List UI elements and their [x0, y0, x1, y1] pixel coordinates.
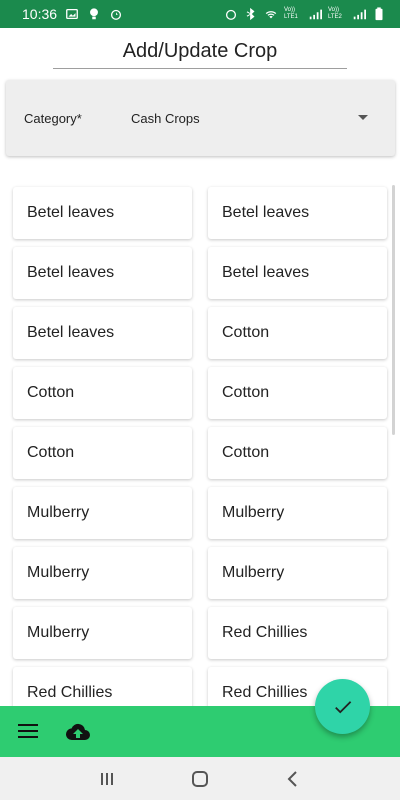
crop-card[interactable]: Cotton — [13, 367, 192, 419]
dropdown-arrow-icon[interactable] — [358, 115, 368, 120]
image-notification-icon — [65, 7, 79, 21]
crop-card[interactable]: Mulberry — [13, 547, 192, 599]
crop-card[interactable]: Red Chillies — [13, 667, 192, 706]
crop-card[interactable]: Red Chillies — [208, 607, 387, 659]
crop-card[interactable]: Betel leaves — [208, 187, 387, 239]
recent-apps-button[interactable] — [92, 764, 122, 794]
crop-card[interactable]: Mulberry — [13, 487, 192, 539]
crop-card[interactable]: Betel leaves — [13, 307, 192, 359]
crop-card[interactable]: Betel leaves — [13, 247, 192, 299]
signal-icon-2 — [352, 7, 366, 21]
bluetooth-icon — [244, 7, 258, 21]
category-selected-value[interactable]: Cash Crops — [131, 111, 200, 126]
wifi-icon — [264, 7, 278, 21]
crop-list[interactable]: Betel leaves Betel leaves Betel leaves B… — [0, 165, 400, 706]
crop-card[interactable]: Mulberry — [13, 607, 192, 659]
crop-card[interactable]: Mulberry — [208, 487, 387, 539]
category-dropdown[interactable]: Category* Cash Crops — [6, 80, 395, 156]
crop-grid: Betel leaves Betel leaves Betel leaves B… — [13, 187, 387, 706]
title-divider — [53, 68, 347, 69]
network-label-2: Vo)) LTE2 — [328, 7, 342, 20]
system-navigation-bar — [0, 757, 400, 800]
status-time: 10:36 — [22, 6, 58, 22]
crop-card[interactable]: Cotton — [208, 307, 387, 359]
recent-apps-icon — [100, 772, 113, 785]
menu-icon[interactable] — [18, 724, 38, 738]
check-icon — [334, 700, 351, 713]
home-button[interactable] — [185, 764, 215, 794]
status-bar: 10:36 Vo)) LTE1 Vo)) LTE2 — [0, 0, 400, 28]
crop-card[interactable]: Mulberry — [208, 547, 387, 599]
battery-icon — [372, 7, 386, 21]
cloud-upload-icon[interactable] — [65, 722, 90, 747]
lightbulb-icon — [87, 7, 101, 21]
scrollbar[interactable] — [392, 185, 395, 435]
crop-card[interactable]: Cotton — [208, 427, 387, 479]
home-icon — [191, 770, 208, 787]
save-fab-button[interactable] — [315, 679, 370, 734]
back-button[interactable] — [278, 764, 308, 794]
network-label-1: Vo)) LTE1 — [284, 7, 298, 20]
crop-card[interactable]: Cotton — [13, 427, 192, 479]
alarm-icon — [109, 7, 123, 21]
header: Add/Update Crop — [0, 28, 400, 80]
crop-card[interactable]: Cotton — [208, 367, 387, 419]
back-icon — [287, 770, 298, 787]
category-label: Category* — [24, 111, 82, 126]
signal-icon-1 — [308, 7, 322, 21]
alarm-status-icon — [224, 7, 238, 21]
crop-card[interactable]: Betel leaves — [13, 187, 192, 239]
page-title: Add/Update Crop — [122, 40, 278, 62]
crop-card[interactable]: Betel leaves — [208, 247, 387, 299]
